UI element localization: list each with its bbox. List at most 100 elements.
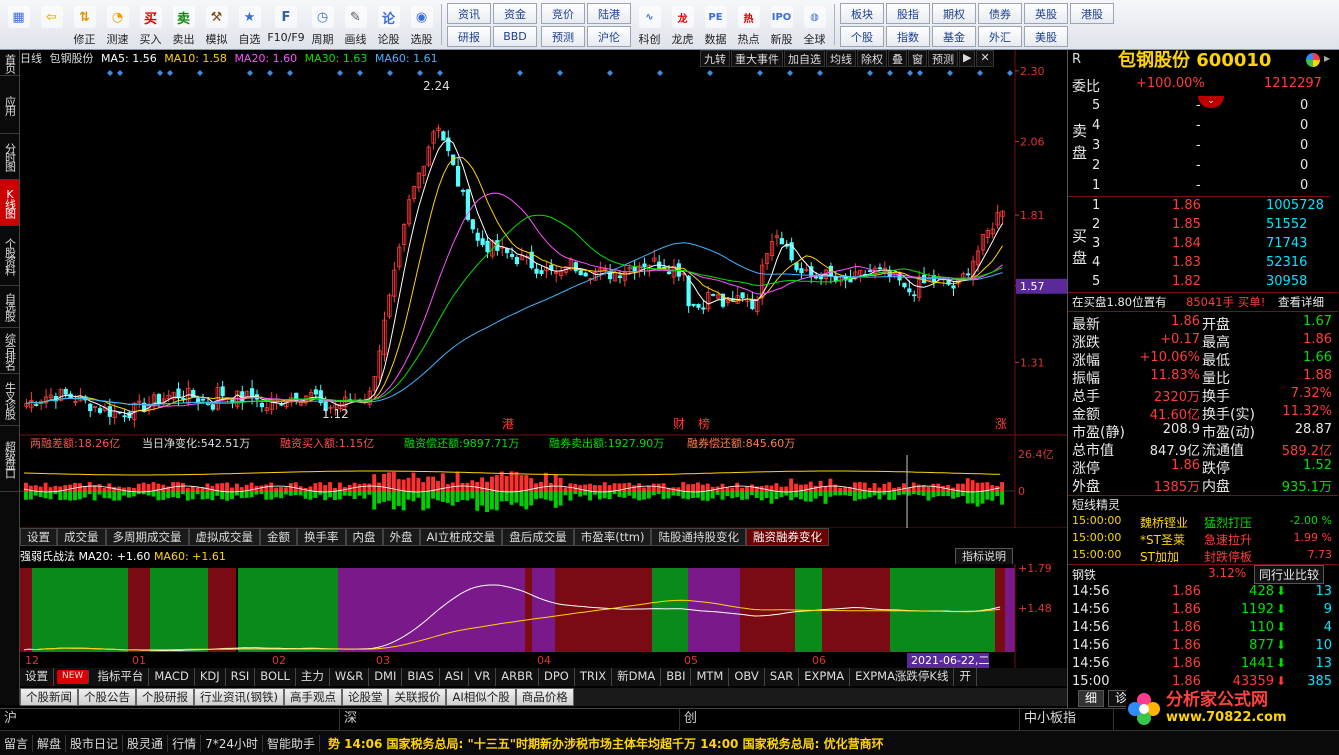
industry-compare-button[interactable]: 同行业比较: [1254, 565, 1325, 584]
news-tab[interactable]: 个股研报: [136, 688, 194, 706]
toolbar-grid-button[interactable]: 研报: [447, 26, 491, 47]
volume-subtab[interactable]: 成交量: [57, 528, 106, 546]
toolbar-grid-button[interactable]: 指数: [886, 26, 930, 47]
toolbar-grid-button[interactable]: 基金: [932, 26, 976, 47]
left-tab-6[interactable]: 综合排名: [0, 328, 19, 374]
toolbar-pe-button[interactable]: PE 数据: [699, 0, 732, 50]
chart-top-button[interactable]: 九转: [700, 50, 730, 67]
indicator-tab[interactable]: 设置: [20, 668, 54, 686]
left-tab-0[interactable]: 首页: [0, 50, 19, 76]
indicator-tab[interactable]: 指标平台: [92, 668, 150, 686]
status-item[interactable]: 智能助手: [263, 734, 320, 752]
toolbar-back-arrow-button[interactable]: ⇦: [35, 0, 68, 50]
status-item[interactable]: 7*24小时: [201, 734, 263, 752]
news-tab[interactable]: AI相似个股: [446, 688, 516, 706]
indicator-chart[interactable]: +1.79 +1.48 12 01 02 03 04 05 06 2021-06-22,二: [20, 564, 1067, 668]
toolbar-clock-button[interactable]: ◔ 测速: [101, 0, 134, 50]
volume-subtab[interactable]: 市盈率(ttm): [573, 528, 652, 546]
toolbar-grid-button[interactable]: 个股: [840, 26, 884, 47]
indicator-tab[interactable]: OBV: [729, 668, 765, 686]
indicator-tab[interactable]: 新DMA: [612, 668, 662, 686]
toolbar-up-down-arrows-button[interactable]: ⇅ 修正: [68, 0, 101, 50]
indicator-tab[interactable]: EXPMA: [799, 668, 851, 686]
indicator-tab[interactable]: DMI: [369, 668, 403, 686]
chart-top-button[interactable]: 窗: [908, 50, 927, 67]
left-tab-2[interactable]: 分时图: [0, 134, 19, 180]
indicator-tab[interactable]: KDJ: [195, 668, 226, 686]
toolbar-hot-button[interactable]: 热热点: [732, 0, 765, 50]
toolbar-dragon-button[interactable]: 龙龙虎: [666, 0, 699, 50]
toolbar-cycle-button[interactable]: ◷ 周期: [306, 0, 339, 50]
status-item[interactable]: 股灵通: [123, 734, 169, 752]
toolbar-grid-button[interactable]: 债券: [978, 3, 1022, 24]
left-tab-7[interactable]: 牛叉诊股: [0, 374, 19, 426]
toolbar-grid-button[interactable]: 港股: [1070, 3, 1114, 24]
chart-top-button[interactable]: 重大事件: [731, 50, 783, 67]
indicator-tab[interactable]: BIAS: [402, 668, 440, 686]
indicator-tab[interactable]: RSI: [226, 668, 256, 686]
toolbar-buy-button[interactable]: 买买入: [134, 0, 167, 50]
toolbar-grid-button[interactable]: 英股: [1024, 3, 1068, 24]
status-item[interactable]: 行情: [168, 734, 202, 752]
indicator-tab[interactable]: DPO: [539, 668, 575, 686]
toolbar-grid-button[interactable]: 美股: [1024, 26, 1068, 47]
panel-bottom-tab[interactable]: 细: [1078, 690, 1105, 707]
left-tab-5[interactable]: 自选股: [0, 286, 19, 328]
toolbar-ipo-button[interactable]: IPO 新股: [765, 0, 798, 50]
market-index-slot[interactable]: 深: [340, 709, 680, 730]
toolbar-windows-grid-button[interactable]: ▦: [2, 0, 35, 50]
toolbar-f10-button[interactable]: F F10/F9: [266, 0, 306, 50]
status-item[interactable]: 股市日记: [66, 734, 124, 752]
view-detail-link[interactable]: 查看详细: [1278, 294, 1324, 310]
kline-chart-area[interactable]: 2.302.061.811.571.311.572.241.12港财榜涨两融差额…: [20, 50, 1067, 528]
toolbar-sell-button[interactable]: 卖卖出: [167, 0, 200, 50]
toolbar-grid-button[interactable]: 板块: [840, 3, 884, 24]
volume-subtab[interactable]: 融资融券变化: [745, 528, 829, 546]
indicator-tab[interactable]: MACD: [149, 668, 195, 686]
toolbar-star-button[interactable]: ★ 自选: [233, 0, 266, 50]
indicator-tab[interactable]: ASI: [440, 668, 470, 686]
indicator-tab[interactable]: TRIX: [575, 668, 613, 686]
collapse-chevron-icon[interactable]: ⌄: [1198, 96, 1224, 108]
news-tab[interactable]: 个股新闻: [20, 688, 78, 706]
volume-subtab[interactable]: 换手率: [297, 528, 346, 546]
status-item[interactable]: 解盘: [33, 734, 67, 752]
chart-top-button[interactable]: 除权: [857, 50, 887, 67]
news-tab[interactable]: 行业资讯(钢铁): [194, 688, 284, 706]
toolbar-grid-button[interactable]: BBD: [493, 26, 537, 47]
volume-subtab[interactable]: 金额: [260, 528, 297, 546]
volume-subtab[interactable]: AI立桩成交量: [419, 528, 503, 546]
volume-subtab[interactable]: 盘后成交量: [502, 528, 574, 546]
left-tab-4[interactable]: 个股资料: [0, 226, 19, 286]
indicator-tab[interactable]: SAR: [765, 668, 800, 686]
left-tab-8[interactable]: 超级盘口: [0, 426, 19, 492]
news-tab[interactable]: 高手观点: [283, 688, 342, 706]
left-tab-3[interactable]: K线图: [0, 180, 19, 226]
toolbar-grid-button[interactable]: 竞价: [541, 3, 585, 24]
market-index-slot[interactable]: 创: [680, 709, 1020, 730]
indicator-tab[interactable]: ARBR: [496, 668, 539, 686]
news-tab[interactable]: 关联报价: [388, 688, 447, 706]
chart-scroll-right-icon[interactable]: ▶: [959, 50, 976, 67]
indicator-tab[interactable]: MTM: [691, 668, 730, 686]
indicator-tab[interactable]: 主力: [296, 668, 330, 686]
toolbar-kechuang-button[interactable]: ∿ 科创: [633, 0, 666, 50]
toolbar-grid-button[interactable]: 陆港: [587, 3, 631, 24]
chart-top-button[interactable]: 加自选: [784, 50, 825, 67]
chart-close-icon[interactable]: ✕: [976, 50, 994, 67]
toolbar-chat-button[interactable]: 论论股: [372, 0, 405, 50]
chart-top-button[interactable]: 预测: [928, 50, 958, 67]
volume-subtab[interactable]: 多周期成交量: [105, 528, 189, 546]
toolbar-hammer-button[interactable]: ⚒ 模拟: [200, 0, 233, 50]
indicator-tab[interactable]: VR: [469, 668, 497, 686]
toolbar-grid-button[interactable]: 沪伦: [587, 26, 631, 47]
indicator-tab[interactable]: EXPMA涨跌停K线: [850, 668, 955, 686]
indicator-help-button[interactable]: 指标说明: [955, 548, 1013, 565]
toolbar-grid-button[interactable]: 外汇: [978, 26, 1022, 47]
indicator-tab[interactable]: BOLL: [255, 668, 296, 686]
market-index-slot[interactable]: 中小板指: [1020, 709, 1114, 730]
status-item[interactable]: 留言: [0, 734, 34, 752]
left-tab-1[interactable]: 应用: [0, 76, 19, 134]
news-tab[interactable]: 论股堂: [341, 688, 389, 706]
indicator-tab[interactable]: BBI: [661, 668, 692, 686]
